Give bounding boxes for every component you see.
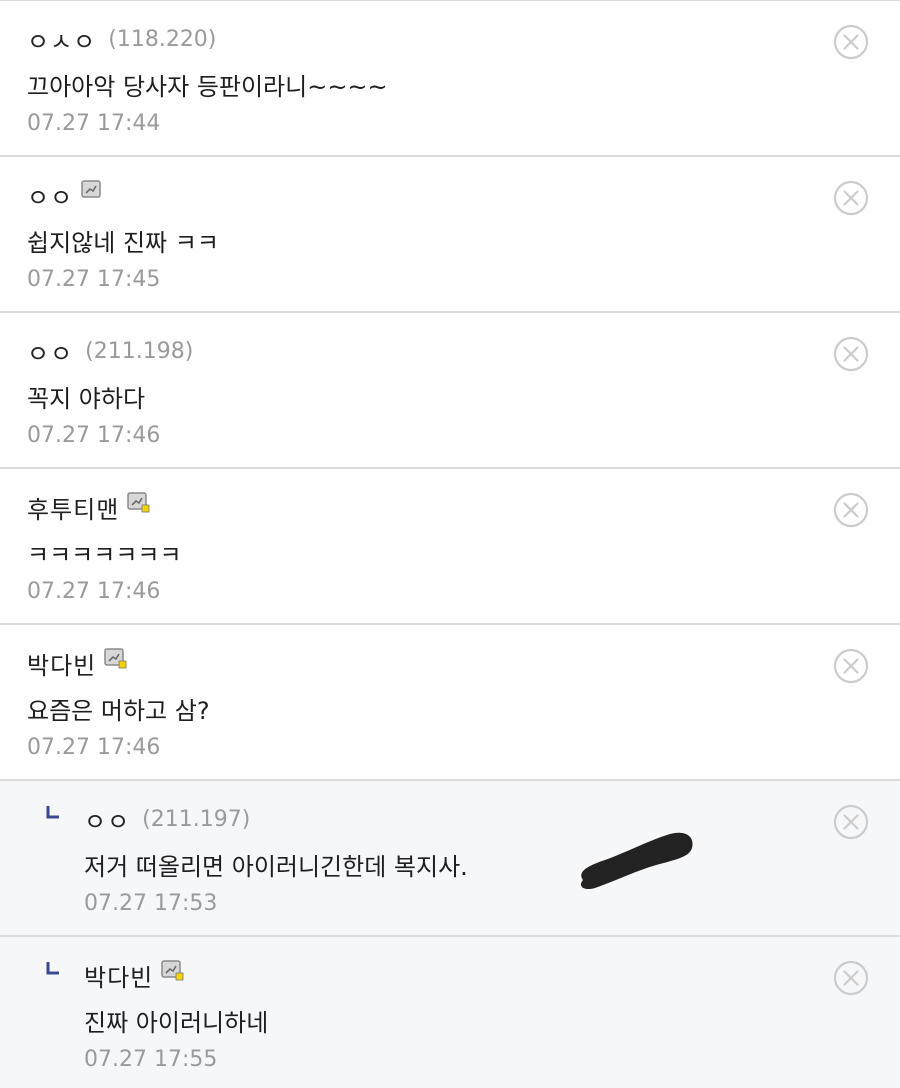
- fixed-nick-icon[interactable]: [127, 492, 151, 514]
- delete-comment-button[interactable]: [833, 804, 869, 840]
- comment-text: 진짜 아이러니하네: [84, 1009, 269, 1037]
- comment-item: ㅇㅇ 쉽지않네 진짜 ㅋㅋ 07.27 17:45: [0, 157, 900, 313]
- comment-text: 꼭지 야하다: [27, 385, 146, 413]
- comment-header: 박다빈: [84, 955, 185, 995]
- delete-comment-button[interactable]: [833, 24, 869, 60]
- close-circle-icon: [833, 492, 869, 528]
- comment-ip: (118.220): [108, 26, 217, 52]
- comment-nickname[interactable]: 박다빈: [84, 958, 153, 993]
- comment-timestamp: 07.27 17:46: [27, 579, 161, 604]
- comment-header: 후투티맨: [27, 487, 151, 527]
- comment-text: 끄아아악 당사자 등판이라니~~~~: [27, 73, 388, 101]
- comment-text: 저거 떠올리면 아이러니긴한데 복지사.: [84, 853, 468, 881]
- close-circle-icon: [833, 648, 869, 684]
- fixed-nick-icon[interactable]: [104, 648, 128, 670]
- reply-comment: 박다빈진짜 아이러니하네 07.27 17:55: [0, 937, 900, 1088]
- comment-timestamp: 07.27 17:44: [27, 111, 161, 136]
- delete-comment-button[interactable]: [833, 648, 869, 684]
- comment-header: ㅇㅅㅇ (118.220): [27, 19, 216, 59]
- fixed-nick-icon[interactable]: [161, 960, 185, 982]
- comment-ip: (211.198): [85, 338, 194, 364]
- reply-comment: ㅇㅇ (211.197) 저거 떠올리면 아이러니긴한데 복지사. 07.27 17:…: [0, 781, 900, 937]
- gallog-icon[interactable]: [81, 180, 105, 202]
- close-circle-icon: [833, 336, 869, 372]
- close-circle-icon: [833, 180, 869, 216]
- comment-nickname[interactable]: 박다빈: [27, 646, 96, 681]
- comment-nickname[interactable]: 후투티맨: [27, 490, 119, 525]
- comment-text: 쉽지않네 진짜 ㅋㅋ: [27, 229, 219, 257]
- comment-timestamp: 07.27 17:46: [27, 423, 161, 448]
- delete-comment-button[interactable]: [833, 180, 869, 216]
- reply-arrow-icon: [46, 961, 60, 975]
- comment-timestamp: 07.27 17:46: [27, 735, 161, 760]
- comment-header: 박다빈: [27, 643, 128, 683]
- comment-header: ㅇㅇ (211.198): [27, 331, 193, 371]
- comment-timestamp: 07.27 17:55: [84, 1047, 218, 1072]
- comment-item: ㅇㅇ (211.198) 꼭지 야하다 07.27 17:46: [0, 313, 900, 469]
- comment-nickname[interactable]: ㅇㅇ: [84, 802, 130, 837]
- delete-comment-button[interactable]: [833, 960, 869, 996]
- delete-comment-button[interactable]: [833, 336, 869, 372]
- comment-ip: (211.197): [142, 806, 251, 832]
- redaction-scribble: [580, 832, 693, 890]
- comment-nickname[interactable]: ㅇㅇ: [27, 178, 73, 213]
- comment-header: ㅇㅇ: [27, 175, 105, 215]
- comment-text: ㅋㅋㅋㅋㅋㅋㅋ: [27, 541, 182, 569]
- reply-arrow-icon: [46, 805, 60, 819]
- close-circle-icon: [833, 960, 869, 996]
- comment-text: 요즘은 머하고 삼?: [27, 697, 210, 725]
- comment-list: ㅇㅅㅇ (118.220) 끄아아악 당사자 등판이라니~~~~ 07.27 17:4…: [0, 0, 900, 1088]
- comment-item: ㅇㅅㅇ (118.220) 끄아아악 당사자 등판이라니~~~~ 07.27 17:4…: [0, 1, 900, 157]
- comment-header: ㅇㅇ (211.197): [84, 799, 250, 839]
- comment-item: 후투티맨 ㅋㅋㅋㅋㅋㅋㅋ 07.27 17:46: [0, 469, 900, 625]
- comment-timestamp: 07.27 17:53: [84, 891, 218, 916]
- close-circle-icon: [833, 804, 869, 840]
- comment-nickname[interactable]: ㅇㅇ: [27, 334, 73, 369]
- comment-item: 박다빈요즘은 머하고 삼? 07.27 17:46: [0, 625, 900, 781]
- comment-timestamp: 07.27 17:45: [27, 267, 161, 292]
- delete-comment-button[interactable]: [833, 492, 869, 528]
- close-circle-icon: [833, 24, 869, 60]
- comment-nickname[interactable]: ㅇㅅㅇ: [27, 22, 96, 57]
